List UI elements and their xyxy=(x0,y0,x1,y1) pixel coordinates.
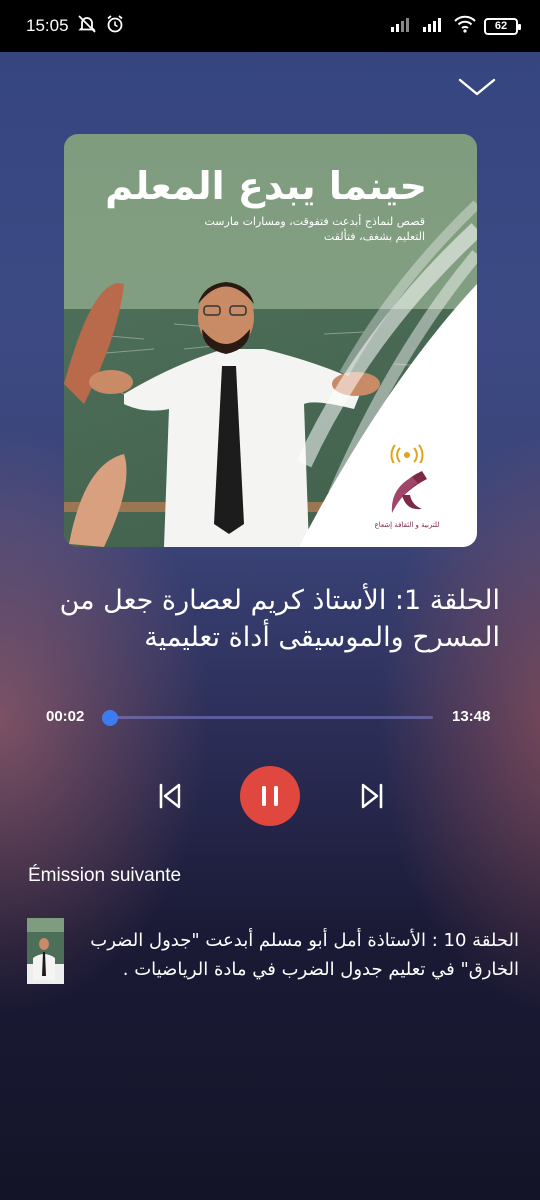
signal-icon xyxy=(390,16,414,36)
cover-title: حينما يبدع المعلم xyxy=(105,164,427,208)
logo-mark xyxy=(391,471,427,513)
signal-icon xyxy=(422,16,446,36)
up-next-thumbnail xyxy=(27,918,64,984)
play-pause-button[interactable] xyxy=(240,766,300,826)
status-time: 15:05 xyxy=(26,16,69,35)
elapsed-time: 00:02 xyxy=(46,708,85,725)
skip-previous-icon xyxy=(159,783,181,809)
up-next-title: الحلقة 10 : الأستاذة أمل أبو مسلم أبدعت … xyxy=(90,930,519,980)
total-duration: 13:48 xyxy=(452,708,491,725)
cover-subtitle: قصص لنماذج أبدعت فتفوقت، ومسارات مارست ا… xyxy=(204,215,426,243)
status-bar: 15:05 62 xyxy=(0,0,540,52)
chevron-down-icon xyxy=(458,78,496,96)
status-left: 15:05 xyxy=(26,14,125,39)
broadcast-icon xyxy=(390,444,424,466)
collapse-button[interactable] xyxy=(456,72,498,102)
battery-level: 62 xyxy=(494,20,508,32)
up-next-item[interactable]: الحلقة 10 : الأستاذة أمل أبو مسلم أبدعت … xyxy=(27,918,519,986)
next-button[interactable] xyxy=(352,778,392,814)
album-cover: حينما يبدع المعلم قصص لنماذج أبدعت فتفوق… xyxy=(64,134,477,547)
up-next-label: Émission suivante xyxy=(28,865,182,886)
alarm-icon xyxy=(105,14,125,39)
radio-logo: للتربية و الثقافة إشعاع xyxy=(357,443,457,529)
pause-icon xyxy=(262,786,278,806)
progress-track[interactable] xyxy=(109,716,433,719)
episode-title: الحلقة 1: الأستاذ كريم لعصارة جعل من الم… xyxy=(59,585,500,653)
seek-thumb[interactable] xyxy=(101,710,118,726)
status-right: 62 xyxy=(390,15,521,37)
logo-subtitle: للتربية و الثقافة إشعاع xyxy=(374,521,440,529)
thumbnail-illustration xyxy=(27,918,64,984)
previous-button[interactable] xyxy=(150,778,190,814)
skip-next-icon xyxy=(361,783,383,809)
wifi-icon xyxy=(454,15,476,37)
battery-icon: 62 xyxy=(484,17,521,35)
muted-bell-icon xyxy=(77,14,97,39)
